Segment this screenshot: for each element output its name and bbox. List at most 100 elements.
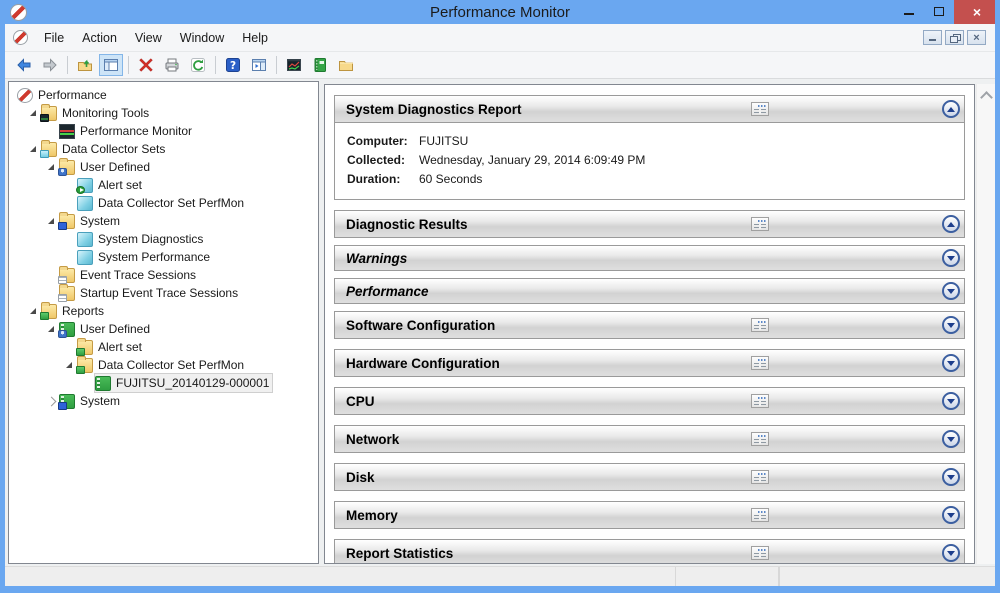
help-button[interactable]: ? bbox=[221, 54, 245, 76]
section-header[interactable]: Performance bbox=[334, 278, 965, 304]
expand-button[interactable] bbox=[942, 430, 960, 448]
expand-button[interactable] bbox=[942, 282, 960, 300]
tree-item-data-collector-sets[interactable]: Data Collector Sets bbox=[9, 140, 318, 158]
refresh-button[interactable] bbox=[186, 54, 210, 76]
tree-item-reports-alert-set[interactable]: Alert set bbox=[9, 338, 318, 356]
section-header[interactable]: Memory bbox=[334, 501, 965, 529]
scroll-up-button[interactable] bbox=[977, 86, 995, 102]
table-menu-icon[interactable] bbox=[751, 102, 769, 116]
tree-item-alert-set[interactable]: Alert set bbox=[9, 176, 318, 194]
table-menu-icon[interactable] bbox=[751, 318, 769, 332]
section-title: Report Statistics bbox=[346, 546, 453, 561]
chevron-up-icon bbox=[947, 107, 955, 112]
expand-button[interactable] bbox=[942, 316, 960, 334]
menu-window[interactable]: Window bbox=[171, 27, 233, 49]
section-header[interactable]: CPU bbox=[334, 387, 965, 415]
tree-item-startup-event-trace-sessions[interactable]: Startup Event Trace Sessions bbox=[9, 284, 318, 302]
collapse-arrow-icon[interactable] bbox=[45, 394, 59, 408]
mdi-restore-button[interactable] bbox=[945, 30, 964, 45]
table-menu-icon[interactable] bbox=[751, 432, 769, 446]
expand-arrow-icon[interactable] bbox=[27, 304, 41, 318]
expand-arrow-icon[interactable] bbox=[63, 358, 77, 372]
menu-help[interactable]: Help bbox=[233, 27, 277, 49]
maximize-button[interactable] bbox=[924, 0, 954, 24]
tree-item-data-collector-set-perfmon[interactable]: Data Collector Set PerfMon bbox=[9, 194, 318, 212]
tree-item-fujitsu-report[interactable]: FUJITSU_20140129-000001 bbox=[9, 374, 318, 392]
section-header[interactable]: System Diagnostics Report bbox=[334, 95, 965, 123]
expand-arrow-icon[interactable] bbox=[27, 106, 41, 120]
collapse-button[interactable] bbox=[942, 100, 960, 118]
print-button[interactable] bbox=[160, 54, 184, 76]
tree-item-reports-data-collector-set-perfmon[interactable]: Data Collector Set PerfMon bbox=[9, 356, 318, 374]
tree-item-performance[interactable]: Performance bbox=[9, 86, 318, 104]
tree-item-performance-monitor[interactable]: Performance Monitor bbox=[9, 122, 318, 140]
section-header[interactable]: Warnings bbox=[334, 245, 965, 271]
view-current-activity-button[interactable] bbox=[282, 54, 306, 76]
minimize-button[interactable] bbox=[894, 0, 924, 24]
cube-alert-icon bbox=[77, 178, 93, 193]
section-title: Diagnostic Results bbox=[346, 217, 468, 232]
expand-button[interactable] bbox=[942, 249, 960, 267]
menu-file[interactable]: File bbox=[35, 27, 73, 49]
expand-arrow-icon[interactable] bbox=[45, 322, 59, 336]
forward-button[interactable] bbox=[38, 54, 62, 76]
folder-user-icon bbox=[59, 160, 75, 175]
section-header[interactable]: Diagnostic Results bbox=[334, 210, 965, 238]
section-header[interactable]: Hardware Configuration bbox=[334, 349, 965, 377]
expand-button[interactable] bbox=[942, 468, 960, 486]
mdi-minimize-button[interactable] bbox=[923, 30, 942, 45]
selected-tree-item[interactable]: FUJITSU_20140129-000001 bbox=[95, 374, 272, 392]
tree-label: Data Collector Set PerfMon bbox=[98, 196, 244, 210]
tree-item-system-performance[interactable]: System Performance bbox=[9, 248, 318, 266]
tree-item-event-trace-sessions[interactable]: Event Trace Sessions bbox=[9, 266, 318, 284]
tree-item-reports[interactable]: Reports bbox=[9, 302, 318, 320]
console-tree-panel[interactable]: Performance Monitoring Tools Performance… bbox=[8, 81, 319, 564]
report-panel[interactable]: System Diagnostics Report Computer:FUJIT… bbox=[324, 84, 975, 564]
report-scrollbar[interactable] bbox=[976, 84, 995, 564]
report-view: System Diagnostics Report Computer:FUJIT… bbox=[324, 84, 995, 564]
tree-item-reports-system[interactable]: System bbox=[9, 392, 318, 410]
table-menu-icon[interactable] bbox=[751, 356, 769, 370]
expand-arrow-icon[interactable] bbox=[27, 142, 41, 156]
expand-button[interactable] bbox=[942, 392, 960, 410]
tree-label: Data Collector Set PerfMon bbox=[98, 358, 244, 372]
menu-view[interactable]: View bbox=[126, 27, 171, 49]
expand-button[interactable] bbox=[942, 544, 960, 562]
show-hide-console-tree-button[interactable] bbox=[99, 54, 123, 76]
view-report-button[interactable] bbox=[308, 54, 332, 76]
tree-item-monitoring-tools[interactable]: Monitoring Tools bbox=[9, 104, 318, 122]
table-menu-icon[interactable] bbox=[751, 508, 769, 522]
back-button[interactable] bbox=[12, 54, 36, 76]
section-header[interactable]: Disk bbox=[334, 463, 965, 491]
table-menu-icon[interactable] bbox=[751, 217, 769, 231]
section-header[interactable]: Report Statistics bbox=[334, 539, 965, 564]
titlebar[interactable]: Performance Monitor × bbox=[0, 0, 1000, 24]
section-title: Software Configuration bbox=[346, 318, 495, 333]
delete-button[interactable] bbox=[134, 54, 158, 76]
view-log-data-button[interactable] bbox=[334, 54, 358, 76]
table-menu-icon[interactable] bbox=[751, 546, 769, 560]
expand-arrow-icon[interactable] bbox=[45, 160, 59, 174]
printer-icon bbox=[164, 57, 180, 73]
table-menu-icon[interactable] bbox=[751, 394, 769, 408]
section-header[interactable]: Network bbox=[334, 425, 965, 453]
section-header[interactable]: Software Configuration bbox=[334, 311, 965, 339]
show-hide-action-pane-button[interactable] bbox=[247, 54, 271, 76]
tree-item-system-diagnostics[interactable]: System Diagnostics bbox=[9, 230, 318, 248]
tree-item-system[interactable]: System bbox=[9, 212, 318, 230]
minimize-icon bbox=[904, 13, 914, 15]
tree-item-user-defined[interactable]: User Defined bbox=[9, 158, 318, 176]
section-network: Network bbox=[334, 425, 965, 453]
tree-item-reports-user-defined[interactable]: User Defined bbox=[9, 320, 318, 338]
menu-action[interactable]: Action bbox=[73, 27, 126, 49]
expand-button[interactable] bbox=[942, 506, 960, 524]
collapse-button[interactable] bbox=[942, 215, 960, 233]
expand-arrow-icon[interactable] bbox=[45, 214, 59, 228]
mdi-close-button[interactable] bbox=[967, 30, 986, 45]
chevron-down-icon bbox=[947, 551, 955, 556]
up-one-level-button[interactable] bbox=[73, 54, 97, 76]
table-menu-icon[interactable] bbox=[751, 470, 769, 484]
section-software-configuration: Software Configuration bbox=[334, 311, 965, 339]
expand-button[interactable] bbox=[942, 354, 960, 372]
close-button[interactable]: × bbox=[954, 0, 1000, 24]
